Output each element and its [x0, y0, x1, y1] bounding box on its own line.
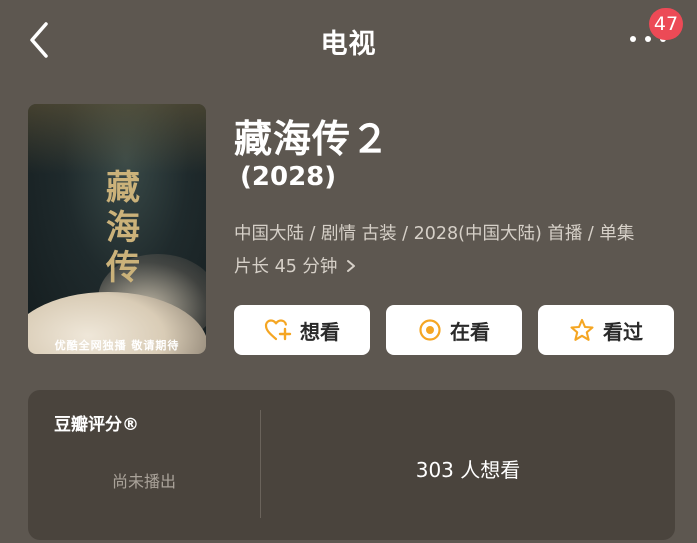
want-count[interactable]: 303 人想看 [261, 454, 675, 483]
star-icon [570, 318, 594, 341]
watched-button[interactable]: 看过 [538, 305, 674, 355]
target-icon [419, 319, 441, 341]
poster-title: 藏海传 [106, 168, 140, 288]
show-title: 藏海传２ [234, 117, 391, 161]
heart-plus-icon [264, 319, 292, 341]
douban-rating-label: 豆瓣评分® [54, 415, 139, 435]
poster-caption: 优酷全网独播 敬请期待 [54, 339, 180, 352]
duration-text: 片长 45 分钟 [234, 257, 338, 277]
more-dot-icon [645, 36, 651, 42]
top-bar: 电视 47 [0, 0, 697, 80]
chevron-right-icon [346, 260, 355, 272]
more-dot-icon [630, 36, 636, 42]
watched-label: 看过 [603, 319, 643, 344]
poster-ornament [28, 104, 206, 174]
show-year: (2028) [240, 162, 337, 192]
rating-card: 豆瓣评分® 尚未播出 303 人想看 [28, 390, 675, 540]
want-to-watch-button[interactable]: 想看 [234, 305, 370, 355]
show-meta: 中国大陆 / 剧情 古装 / 2028(中国大陆) 首播 / 单集 片长 45 … [234, 218, 674, 284]
rating-status: 尚未播出 [111, 472, 176, 491]
meta-line: 中国大陆 / 剧情 古装 / 2028(中国大陆) 首播 / 单集 [234, 224, 635, 244]
poster-image[interactable]: 藏海传 优酷全网独播 敬请期待 [28, 104, 206, 354]
watching-button[interactable]: 在看 [386, 305, 522, 355]
watching-label: 在看 [450, 319, 490, 344]
page-title: 电视 [320, 29, 377, 60]
want-to-watch-label: 想看 [300, 319, 340, 344]
notification-badge: 47 [649, 8, 683, 40]
duration-link[interactable]: 片长 45 分钟 [234, 251, 674, 284]
